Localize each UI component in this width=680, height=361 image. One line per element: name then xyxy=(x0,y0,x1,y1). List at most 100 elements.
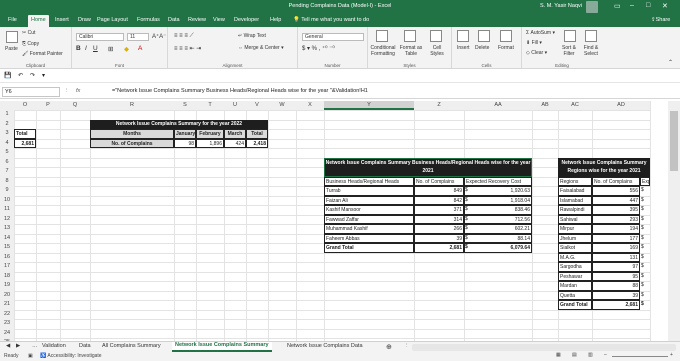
bold-icon[interactable]: B xyxy=(76,45,81,52)
row-header[interactable]: 20 xyxy=(0,290,14,300)
row-header[interactable]: 14 xyxy=(0,233,14,243)
column-header[interactable]: T xyxy=(196,101,224,110)
tab-view[interactable]: View xyxy=(213,17,225,23)
row-header[interactable]: 4 xyxy=(0,138,14,148)
cell-styles-icon[interactable] xyxy=(430,30,442,42)
tell-me-search[interactable]: 💡 Tell me what you want to do xyxy=(293,17,369,23)
row-header[interactable]: 15 xyxy=(0,243,14,253)
sheet-tab-all-complains-summary[interactable]: All Complains Summary xyxy=(102,343,161,349)
column-header[interactable]: X xyxy=(296,101,324,110)
paste-button[interactable]: Paste xyxy=(5,46,18,52)
minimize-icon[interactable]: – xyxy=(630,2,634,9)
italic-icon[interactable]: I xyxy=(85,45,87,52)
tab-page-layout[interactable]: Page Layout xyxy=(97,17,128,23)
cancel-icon[interactable]: ⋮ xyxy=(64,88,70,94)
vertical-scrollbar-thumb[interactable] xyxy=(670,111,678,171)
sort-filter-button[interactable]: Sort & Filter xyxy=(558,45,580,57)
zoom-slider[interactable] xyxy=(612,356,668,357)
add-sheet-icon[interactable]: ⊕ xyxy=(386,343,392,351)
insert-cells-button[interactable]: Insert xyxy=(457,45,470,51)
currency-icon[interactable]: $ ▾ % , ⁺⁰ ⁻⁰ xyxy=(302,45,335,52)
row-header[interactable]: 6 xyxy=(0,157,14,167)
row-header[interactable]: 5 xyxy=(0,148,14,158)
collapse-ribbon-icon[interactable]: ⌃ xyxy=(668,59,673,66)
number-format-select[interactable]: General xyxy=(302,33,364,41)
redo-icon[interactable]: ↷ xyxy=(30,72,35,79)
cell-styles-button[interactable]: Cell Styles xyxy=(426,45,448,57)
column-header[interactable]: AA xyxy=(464,101,532,110)
sheet-tab-more[interactable]: … xyxy=(32,343,38,349)
close-icon[interactable]: ✕ xyxy=(662,2,668,10)
wrap-text-button[interactable]: ↵ Wrap Text xyxy=(238,33,266,39)
row-header[interactable]: 18 xyxy=(0,271,14,281)
save-icon[interactable]: 💾 xyxy=(4,72,11,79)
left-align-icon[interactable]: ≡ ≡ ≡ ⇤ ⇥ xyxy=(174,45,201,52)
selected-cell[interactable] xyxy=(324,157,532,177)
column-header[interactable]: U xyxy=(224,101,246,110)
row-header[interactable]: 16 xyxy=(0,252,14,262)
column-header[interactable]: S xyxy=(174,101,196,110)
row-header[interactable]: 12 xyxy=(0,214,14,224)
fill-color-icon[interactable]: ◆ xyxy=(124,45,129,53)
sheet-tab-network-issue-data[interactable]: Network Issue Complains Data xyxy=(287,343,363,349)
row-header[interactable]: 24 xyxy=(0,328,14,338)
row-header[interactable]: 21 xyxy=(0,300,14,310)
insert-cells-icon[interactable] xyxy=(457,30,469,42)
ribbon-display-icon[interactable]: ▭ xyxy=(614,2,621,10)
sheet-nav-prev-icon[interactable]: ◀ xyxy=(6,343,10,349)
format-painter-button[interactable]: 🖌 Format Painter xyxy=(22,51,63,57)
column-header[interactable]: Z xyxy=(414,101,464,110)
column-header[interactable]: AB xyxy=(532,101,558,110)
column-header[interactable]: AC xyxy=(558,101,592,110)
name-box[interactable]: Y6 xyxy=(2,87,60,97)
format-as-table-icon[interactable] xyxy=(404,30,416,42)
row-header[interactable]: 19 xyxy=(0,281,14,291)
copy-button[interactable]: ⎘ Copy xyxy=(22,41,39,47)
tab-formulas[interactable]: Formulas xyxy=(137,17,160,23)
column-header[interactable]: R xyxy=(90,101,174,110)
font-name-select[interactable]: Calibri xyxy=(76,33,124,41)
column-header[interactable]: W xyxy=(268,101,296,110)
page-break-view-icon[interactable]: ▥ xyxy=(588,352,593,358)
font-color-icon[interactable]: A xyxy=(138,45,142,52)
row-header[interactable]: 11 xyxy=(0,205,14,215)
tab-developer[interactable]: Developer xyxy=(234,17,259,23)
row-header[interactable]: 8 xyxy=(0,176,14,186)
row-header[interactable]: 3 xyxy=(0,129,14,139)
grow-font-icon[interactable]: A⁺A⁻ xyxy=(152,33,166,40)
find-select-button[interactable]: Find & Select xyxy=(580,45,602,57)
row-header[interactable]: 10 xyxy=(0,195,14,205)
column-header[interactable]: O xyxy=(14,101,36,110)
normal-view-icon[interactable]: ▦ xyxy=(556,352,561,358)
share-button[interactable]: ⇪Share xyxy=(651,17,670,23)
tab-data[interactable]: Data xyxy=(168,17,180,23)
font-size-select[interactable]: 11 xyxy=(127,33,149,41)
row-header[interactable]: 1 xyxy=(0,110,14,120)
tab-draw[interactable]: Draw xyxy=(78,17,91,23)
row-header[interactable]: 22 xyxy=(0,309,14,319)
maximize-icon[interactable]: □ xyxy=(646,2,650,9)
formula-input[interactable]: ="Network Issue Complains Summary Busine… xyxy=(112,88,368,94)
tab-home[interactable]: Home xyxy=(28,15,49,27)
select-all-corner[interactable] xyxy=(0,101,14,110)
accessibility-status[interactable]: ♿ Accessibility: Investigate xyxy=(40,353,102,359)
zoom-out-icon[interactable]: – xyxy=(604,352,607,358)
sheet-tab-network-issue-summary[interactable]: Network Issue Complains Summary xyxy=(172,342,272,352)
format-cells-icon[interactable] xyxy=(500,30,512,42)
paste-icon[interactable] xyxy=(6,31,18,43)
undo-icon[interactable]: ↶ xyxy=(18,72,23,79)
tab-review[interactable]: Review xyxy=(188,17,206,23)
sheet-nav-next-icon[interactable]: ▶ xyxy=(16,343,20,349)
delete-cells-button[interactable]: Delete xyxy=(475,45,489,51)
find-select-icon[interactable] xyxy=(585,30,597,42)
fill-button[interactable]: ⬇ Fill ▾ xyxy=(526,40,542,46)
column-header[interactable]: AD xyxy=(592,101,650,110)
tab-insert[interactable]: Insert xyxy=(55,17,69,23)
tab-file[interactable]: File xyxy=(8,17,17,23)
zoom-in-icon[interactable]: + xyxy=(670,352,673,358)
page-layout-view-icon[interactable]: ▤ xyxy=(572,352,577,358)
row-header[interactable]: 9 xyxy=(0,186,14,196)
macro-record-icon[interactable]: ▣ xyxy=(28,353,33,359)
row-header[interactable]: 23 xyxy=(0,319,14,329)
top-align-icon[interactable]: ≡ ≡ ≡ ⟋ xyxy=(174,33,194,40)
